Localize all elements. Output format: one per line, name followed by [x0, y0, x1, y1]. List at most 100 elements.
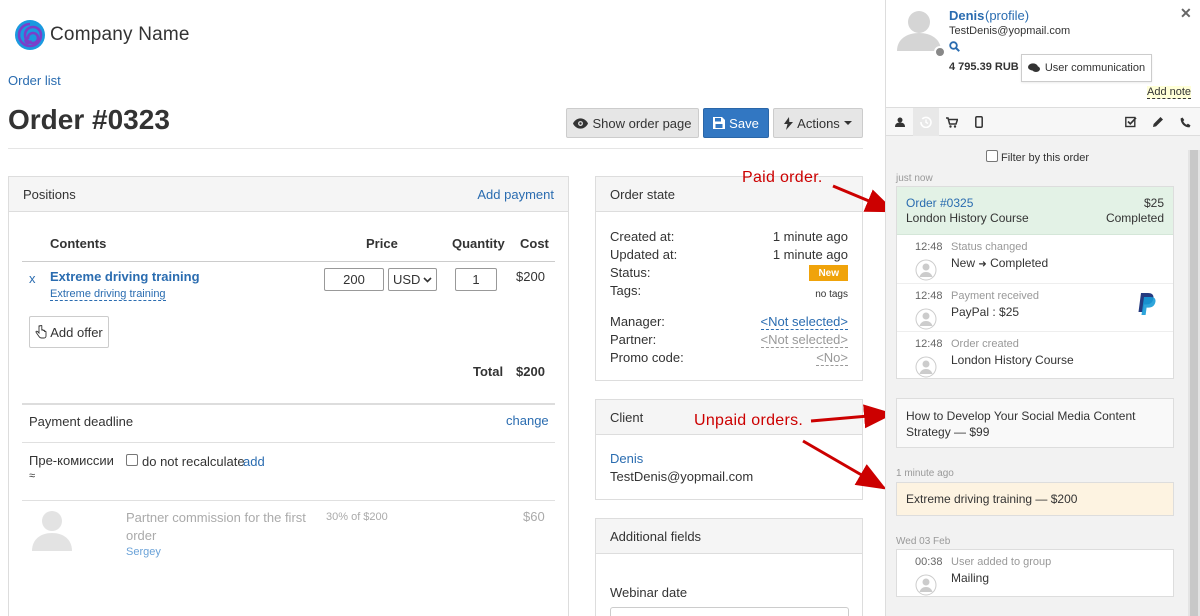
client-title: Client — [610, 409, 644, 425]
user-icon — [895, 117, 905, 127]
total-value: $200 — [516, 364, 545, 379]
manager-select[interactable]: <Not selected> — [760, 314, 848, 330]
page-title: Order #0323 — [8, 104, 170, 135]
event-time: 12:48 — [915, 290, 943, 302]
user-communication-label: User communication — [1044, 62, 1146, 74]
divider — [8, 148, 863, 149]
event-time: 12:48 — [915, 241, 943, 253]
logo-spiral-icon — [15, 20, 45, 50]
promo-select[interactable]: <No> — [816, 350, 848, 366]
save-button[interactable]: Save — [703, 108, 769, 138]
tab-history[interactable] — [913, 108, 939, 136]
pencil-icon — [1153, 117, 1163, 127]
bolt-icon — [784, 116, 794, 130]
order-list-link[interactable]: Order list — [8, 73, 61, 88]
group-event-card: 00:38 User added to group Mailing — [896, 549, 1174, 597]
paid-order-summary[interactable]: Order #0325 $25 London History Course Co… — [897, 187, 1173, 235]
user-panel: Denis (profile) TestDenis@yopmail.com 4 … — [885, 0, 1200, 616]
unpaid-order-card-1[interactable]: How to Develop Your Social Media Content… — [896, 398, 1174, 448]
history-icon — [920, 116, 932, 128]
floppy-icon — [713, 117, 726, 129]
tab-tasks[interactable] — [1118, 108, 1144, 136]
tab-orders[interactable] — [939, 108, 965, 136]
commission-add-link[interactable]: add — [243, 454, 265, 469]
time-group-just-now: just now — [896, 173, 933, 184]
partner-avatar — [32, 511, 72, 551]
paid-order-status: Completed — [1105, 211, 1164, 225]
additional-fields-title: Additional fields — [610, 528, 702, 544]
status-badge[interactable]: New — [809, 265, 848, 281]
header-contents: Contents — [50, 236, 107, 251]
event-label: Payment received — [951, 290, 1040, 302]
partner-name-link[interactable]: Sergey — [126, 546, 161, 558]
scrollbar-thumb[interactable] — [1190, 150, 1198, 616]
promo-label: Promo code: — [610, 350, 684, 365]
unpaid-order-card-2[interactable]: Extreme driving training — $200 — [896, 482, 1174, 516]
additional-fields-panel: Additional fields Webinar date — [595, 518, 863, 616]
actions-dropdown[interactable]: Actions — [773, 108, 863, 138]
paid-order-link[interactable]: Order #0325 — [906, 196, 973, 210]
promo-row: Promo code: <No> — [610, 350, 848, 366]
client-email: TestDenis@yopmail.com — [610, 469, 754, 484]
created-value: 1 minute ago — [772, 229, 848, 244]
search-icon[interactable] — [949, 41, 960, 52]
total-label: Total — [473, 364, 504, 379]
tags-value[interactable]: no tags — [815, 289, 848, 300]
filter-order-checkbox[interactable] — [986, 150, 998, 162]
partner-label: Partner: — [610, 332, 657, 347]
positions-title: Positions — [23, 186, 76, 202]
status-from: New — [951, 256, 976, 270]
status-to: Completed — [990, 256, 1049, 270]
commission-sub: ≈ — [29, 470, 36, 482]
paypal-icon — [1138, 293, 1156, 315]
mobile-icon — [975, 116, 983, 128]
event-value: New ➜ Completed — [951, 256, 1048, 270]
partner-percent: 30% of $200 — [326, 511, 388, 523]
deadline-change-link[interactable]: change — [506, 413, 549, 428]
paid-order-course: London History Course — [906, 211, 1029, 225]
show-order-page-button[interactable]: Show order page — [566, 108, 699, 138]
item-name-link[interactable]: Extreme driving training — [50, 269, 200, 284]
event-time: 00:38 — [915, 556, 943, 568]
positions-panel: Positions Add payment Contents Price Qua… — [8, 176, 569, 616]
user-name-link[interactable]: Denis — [949, 8, 984, 23]
tab-user[interactable] — [887, 108, 913, 136]
webinar-date-input[interactable] — [610, 607, 849, 616]
tab-call[interactable] — [1172, 108, 1198, 136]
chat-icon — [1027, 63, 1040, 72]
time-group-wed-03-feb: Wed 03 Feb — [896, 536, 951, 547]
tab-mobile[interactable] — [966, 108, 992, 136]
quantity-input[interactable]: 1 — [455, 268, 497, 291]
user-communication-button[interactable]: User communication — [1021, 54, 1152, 82]
status-row: Status: New — [610, 265, 848, 281]
manager-row: Manager: <Not selected> — [610, 314, 848, 330]
add-offer-button[interactable]: Add offer — [29, 316, 109, 348]
event-label: User added to group — [951, 556, 1052, 568]
status-label: Status: — [610, 265, 651, 280]
item-sub-link[interactable]: Extreme driving training — [50, 288, 166, 301]
currency-select[interactable]: USD — [388, 268, 437, 291]
event-value: Mailing — [951, 571, 990, 585]
client-name-link[interactable]: Denis — [610, 451, 643, 466]
remove-item-button[interactable]: x — [29, 271, 36, 286]
section-divider — [22, 403, 555, 405]
row-divider — [22, 442, 555, 443]
created-label: Created at: — [610, 229, 675, 244]
no-recalculate-checkbox[interactable] — [126, 454, 138, 466]
caret-down-icon — [843, 121, 852, 125]
event-avatar — [915, 356, 937, 378]
price-input[interactable]: 200 — [324, 268, 384, 291]
partner-select[interactable]: <Not selected> — [760, 332, 848, 348]
add-note-link[interactable]: Add note — [1147, 86, 1192, 99]
event-status-changed: 12:48 Status changed New ➜ Completed — [897, 235, 1173, 283]
user-panel-tabs — [886, 108, 1200, 136]
user-avatar — [897, 11, 941, 51]
add-payment-link[interactable]: Add payment — [477, 187, 554, 202]
updated-label: Updated at: — [610, 247, 678, 262]
no-recalculate-label: do not recalculate — [142, 454, 245, 469]
tab-edit[interactable] — [1145, 108, 1171, 136]
event-time: 12:48 — [915, 338, 943, 350]
close-icon[interactable]: ✕ — [1180, 5, 1192, 22]
eye-icon — [573, 117, 589, 129]
user-profile-link[interactable]: (profile) — [985, 8, 1029, 23]
